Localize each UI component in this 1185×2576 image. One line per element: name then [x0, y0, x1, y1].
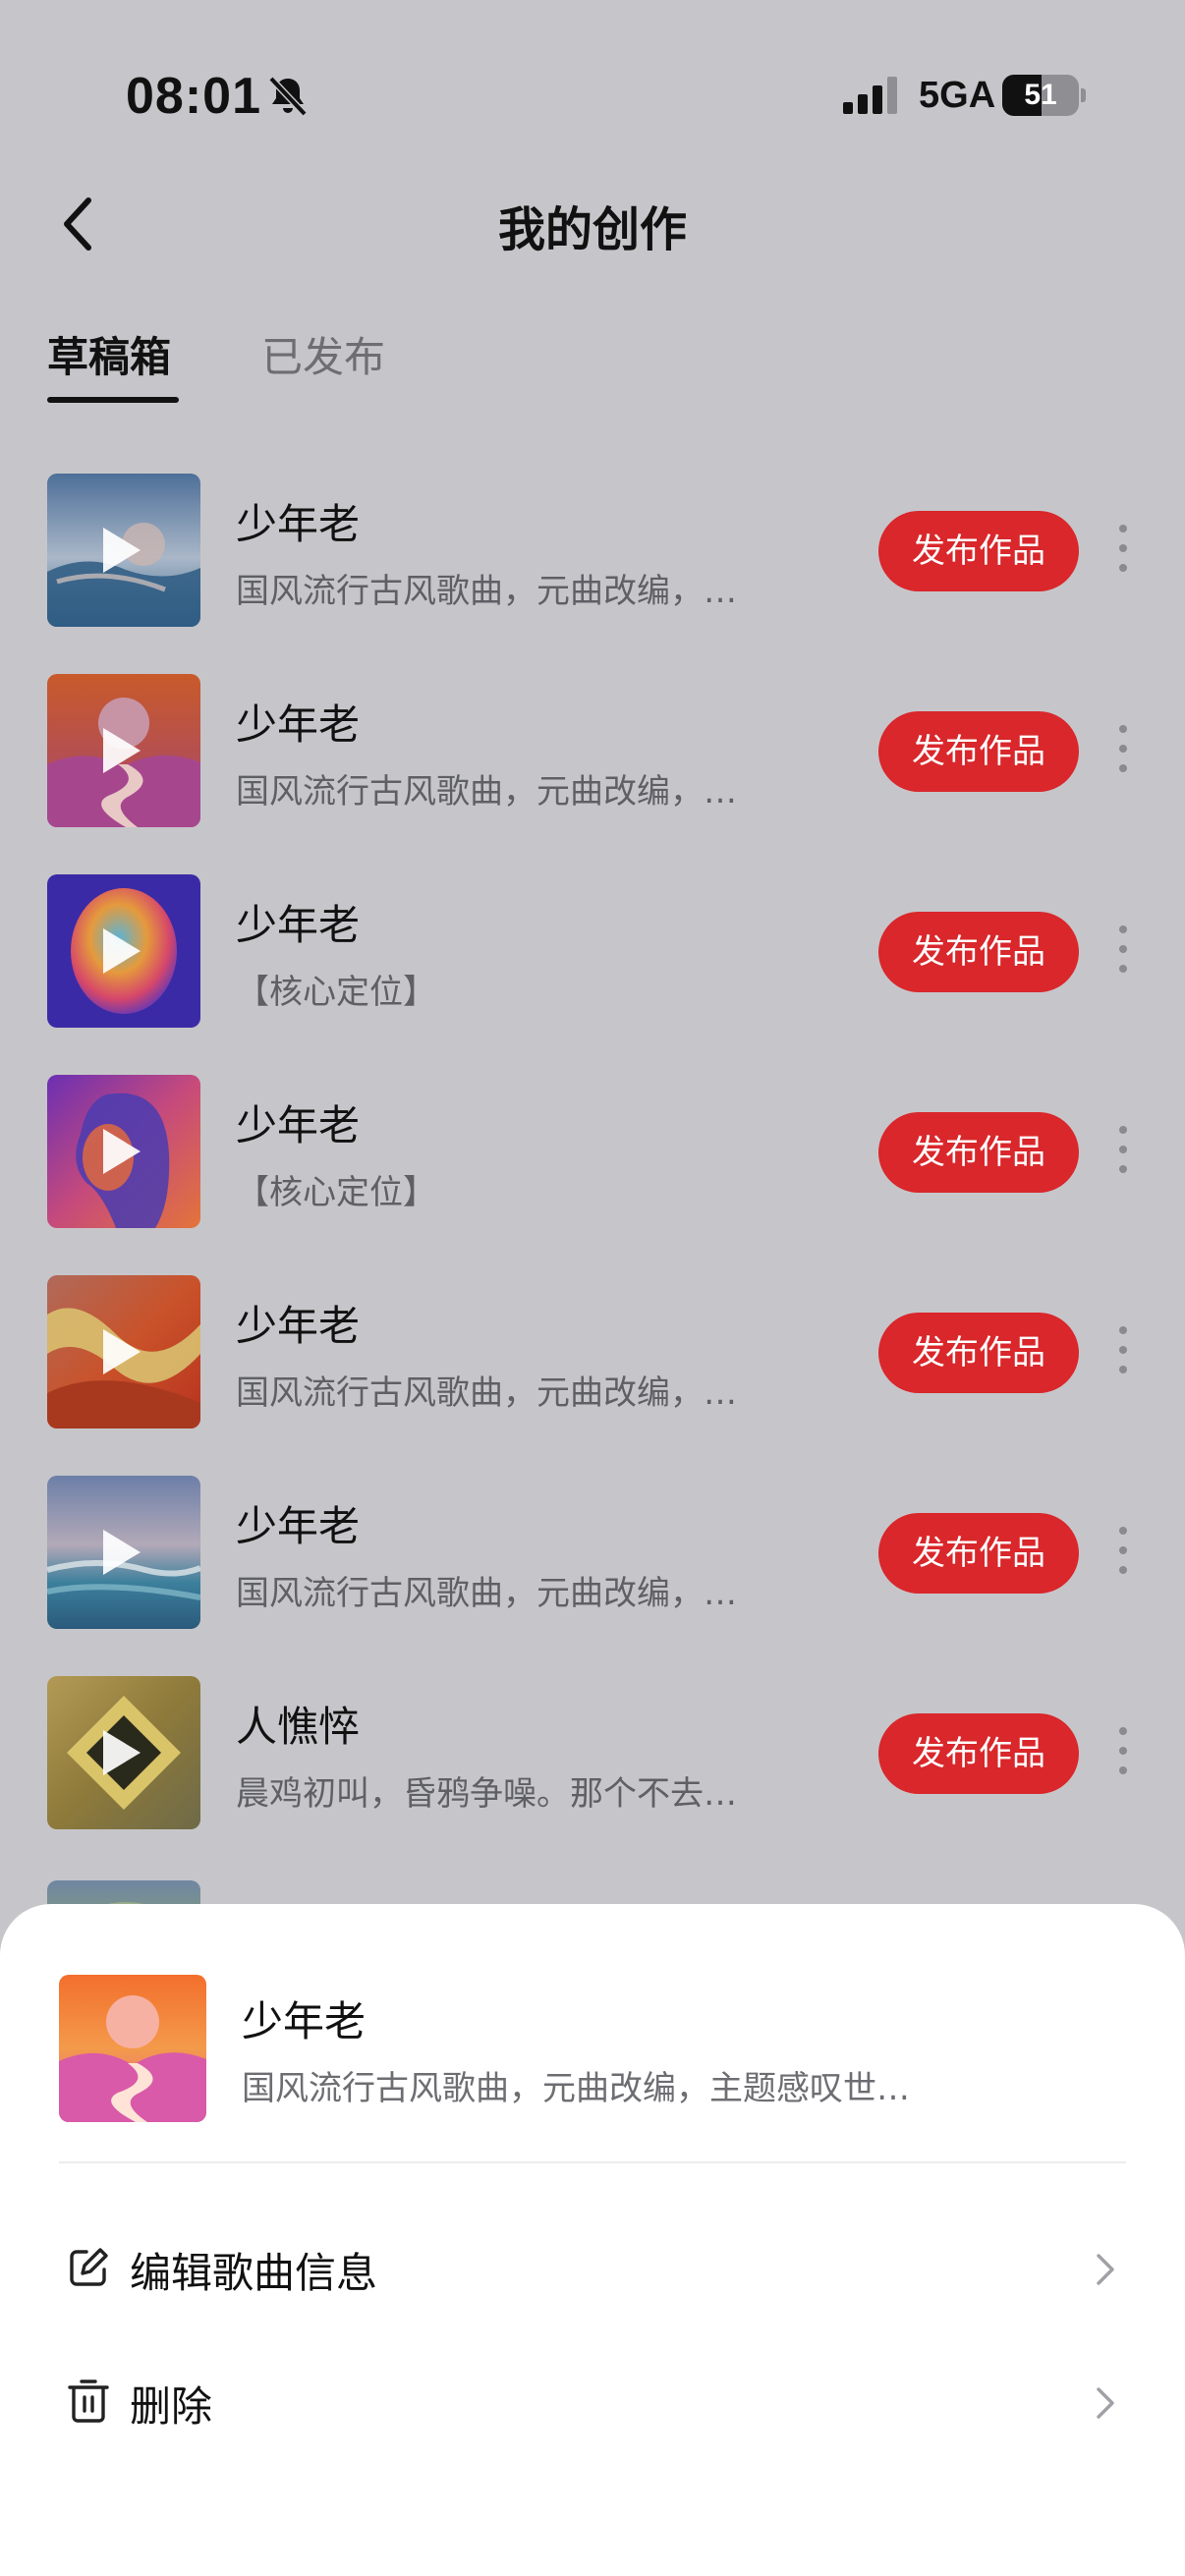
chevron-right-icon [1097, 2254, 1114, 2285]
tab-drafts[interactable]: 草稿箱 [47, 324, 171, 384]
chevron-right-icon [1097, 2387, 1114, 2419]
song-desc: 【核心定位】 [236, 973, 436, 1012]
status-bar: 08:01 5GA 51 [0, 0, 1185, 187]
song-cover[interactable] [47, 1275, 200, 1428]
cellular-signal-icon [843, 77, 897, 114]
play-icon [103, 1129, 141, 1174]
bottom-sheet: 少年老 国风流行古风歌曲，元曲改编，主题感叹世… 编辑歌曲信息 删除 [0, 1904, 1185, 2576]
edit-song-info-action[interactable]: 编辑歌曲信息 [59, 2214, 1126, 2323]
song-title: 人憔悴 [236, 1703, 361, 1751]
trash-icon [68, 2380, 109, 2423]
network-type: 5GA [919, 75, 996, 116]
song-cover[interactable] [47, 1075, 200, 1228]
play-icon [103, 1730, 141, 1775]
sheet-song-desc: 国风流行古风歌曲，元曲改编，主题感叹世… [242, 2069, 910, 2108]
sheet-song-title: 少年老 [242, 1997, 367, 2045]
song-title: 少年老 [236, 1302, 361, 1350]
publish-button[interactable]: 发布作品 [878, 1713, 1079, 1794]
song-desc: 国风流行古风歌曲，元曲改编，… [236, 1373, 737, 1413]
song-row[interactable]: 人憔悴晨鸡初叫，昏鸦争噪。那个不去… 发布作品 [0, 1676, 1185, 1876]
more-vertical-icon[interactable] [1110, 1727, 1136, 1780]
song-cover[interactable] [47, 474, 200, 627]
publish-button[interactable]: 发布作品 [878, 1513, 1079, 1594]
play-icon [103, 528, 141, 573]
sheet-song-cover [59, 1975, 206, 2122]
publish-button[interactable]: 发布作品 [878, 1313, 1079, 1393]
song-title: 少年老 [236, 1502, 361, 1550]
publish-button[interactable]: 发布作品 [878, 912, 1079, 992]
publish-button[interactable]: 发布作品 [878, 1112, 1079, 1193]
status-time: 08:01 [126, 68, 261, 125]
more-vertical-icon[interactable] [1110, 525, 1136, 578]
song-desc: 国风流行古风歌曲，元曲改编，… [236, 572, 737, 611]
song-row[interactable]: 少年老【核心定位】 发布作品 [0, 1075, 1185, 1275]
song-desc: 国风流行古风歌曲，元曲改编，… [236, 772, 737, 812]
song-cover[interactable] [47, 874, 200, 1028]
delete-label: 删除 [130, 2382, 213, 2431]
more-vertical-icon[interactable] [1110, 725, 1136, 778]
active-tab-indicator [47, 397, 179, 403]
publish-button[interactable]: 发布作品 [878, 511, 1079, 591]
song-title: 少年老 [236, 1101, 361, 1149]
song-row[interactable]: 少年老国风流行古风歌曲，元曲改编，… 发布作品 [0, 674, 1185, 874]
song-title: 少年老 [236, 500, 361, 548]
divider [59, 2161, 1126, 2163]
play-icon [103, 728, 141, 773]
page-title: 我的创作 [497, 202, 687, 257]
song-title: 少年老 [236, 700, 361, 749]
edit-song-info-label: 编辑歌曲信息 [130, 2249, 378, 2297]
play-icon [103, 1530, 141, 1575]
song-cover[interactable] [47, 674, 200, 827]
song-title: 少年老 [236, 901, 361, 949]
more-vertical-icon[interactable] [1110, 1326, 1136, 1379]
battery-icon: 51 [1002, 75, 1086, 116]
more-vertical-icon[interactable] [1110, 1527, 1136, 1580]
song-row[interactable]: 少年老国风流行古风歌曲，元曲改编，… 发布作品 [0, 1275, 1185, 1476]
song-cover[interactable] [47, 1676, 200, 1829]
song-row[interactable]: 少年老国风流行古风歌曲，元曲改编，… 发布作品 [0, 474, 1185, 674]
song-desc: 晨鸡初叫，昏鸦争噪。那个不去… [236, 1774, 737, 1814]
silent-bell-icon [268, 76, 308, 117]
battery-percent: 51 [1024, 79, 1057, 111]
publish-button[interactable]: 发布作品 [878, 711, 1079, 792]
song-row[interactable]: 少年老【核心定位】 发布作品 [0, 874, 1185, 1075]
song-cover[interactable] [47, 1476, 200, 1629]
song-desc: 【核心定位】 [236, 1173, 436, 1212]
play-icon [103, 928, 141, 974]
delete-action[interactable]: 删除 [59, 2348, 1126, 2456]
play-icon [103, 1329, 141, 1374]
tab-published[interactable]: 已发布 [261, 324, 385, 384]
edit-icon [70, 2248, 108, 2286]
more-vertical-icon[interactable] [1110, 1126, 1136, 1179]
more-vertical-icon[interactable] [1110, 925, 1136, 979]
song-row[interactable]: 少年老国风流行古风歌曲，元曲改编，… 发布作品 [0, 1476, 1185, 1676]
song-desc: 国风流行古风歌曲，元曲改编，… [236, 1574, 737, 1613]
